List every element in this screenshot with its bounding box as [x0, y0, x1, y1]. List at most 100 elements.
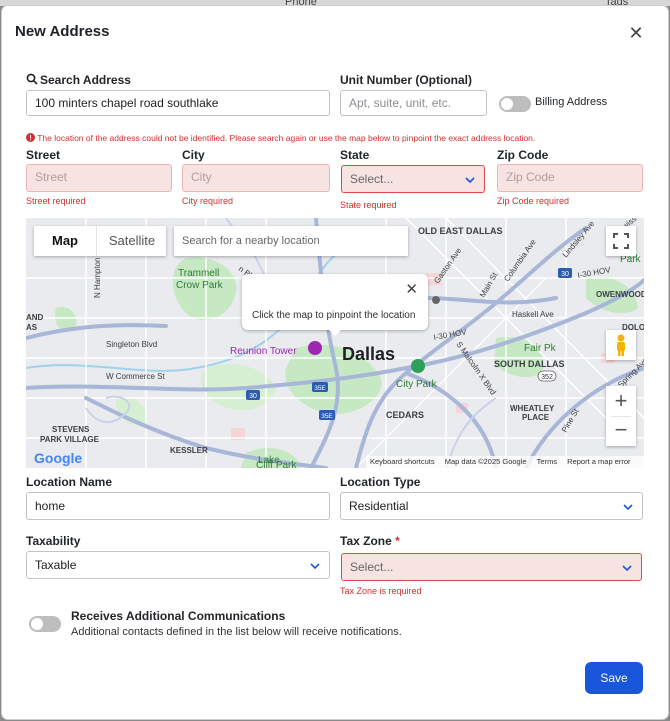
pegman-icon [617, 334, 625, 356]
map-label-haskell: Haskell Ave [512, 310, 554, 319]
unit-number-label: Unit Number (Optional) [340, 73, 472, 87]
search-address-label: Search Address [26, 73, 131, 87]
shield-i30-b: 30 [249, 393, 257, 400]
taxability-label: Taxability [26, 534, 81, 548]
address-error-text: The location of the address could not be… [37, 133, 536, 143]
state-select[interactable]: Select... [341, 165, 485, 193]
map-search-placeholder: Search for a nearby location [182, 235, 320, 247]
terms-link[interactable]: Terms [537, 457, 557, 466]
zoom-in-button[interactable]: + [606, 386, 636, 416]
reunion-tower-pin-icon[interactable] [308, 341, 322, 355]
map-label-trammell: Trammell [178, 268, 219, 279]
google-logo: Google [34, 450, 83, 466]
state-error: State required [340, 200, 397, 210]
tax-zone-label: Tax Zone * [340, 534, 400, 548]
tax-zone-value: Select... [350, 560, 394, 574]
map-type-control: Map Satellite [34, 226, 166, 256]
map-label-singleton: Singleton Blvd [106, 340, 157, 349]
search-address-label-text: Search Address [40, 73, 131, 87]
street-error: Street required [26, 196, 86, 206]
tax-zone-label-text: Tax Zone [340, 534, 392, 548]
toggle-knob [501, 98, 513, 110]
chevron-down-icon [465, 177, 475, 184]
required-mark: * [395, 534, 400, 548]
chevron-down-icon [310, 563, 320, 570]
city-label: City [182, 148, 205, 162]
map-label-stevens: STEVENS [52, 425, 90, 434]
location-map[interactable]: 30 30 35E 35E 352 OLD EAST DALLAS Tramme… [26, 218, 644, 468]
zip-input[interactable]: Zip Code [497, 164, 643, 192]
shield-352: 352 [541, 374, 553, 381]
map-label-place: PLACE [522, 413, 550, 422]
city-error: City required [182, 196, 234, 206]
map-data-text: Map data ©2025 Google [444, 457, 527, 466]
map-label-crow-park: Crow Park [176, 280, 224, 291]
location-name-label: Location Name [26, 475, 113, 489]
location-type-label: Location Type [340, 475, 421, 489]
map-search-input[interactable]: Search for a nearby location [174, 226, 408, 256]
tab-satellite[interactable]: Satellite [96, 226, 167, 256]
address-error-banner: The location of the address could not be… [26, 133, 656, 143]
map-label-wheatley: WHEATLEY [510, 404, 555, 413]
chevron-down-icon [623, 504, 633, 511]
map-label-kessler: KESSLER [170, 446, 208, 455]
map-label-fair-pk: Fair Pk [524, 343, 557, 354]
map-label-cliff-park: Cliff Park [256, 460, 297, 468]
billing-address-label: Billing Address [535, 96, 608, 108]
map-label-cedars: CEDARS [386, 410, 424, 420]
communications-title: Receives Additional Communications [71, 609, 286, 623]
street-view-button[interactable] [606, 330, 636, 360]
map-label-dallas: Dallas [342, 344, 395, 364]
map-label-south-dallas: SOUTH DALLAS [494, 359, 565, 369]
shield-i35e: 35E [314, 385, 326, 392]
shield-i30-a: 30 [561, 271, 569, 278]
map-footer: Keyboard shortcuts Map data ©2025 Google… [366, 456, 644, 468]
new-address-modal: New Address ✕ Search Address 100 minters… [2, 6, 668, 719]
map-label-w-commerce: W Commerce St [106, 372, 165, 381]
tab-map[interactable]: Map [34, 226, 96, 256]
state-label: State [340, 148, 370, 162]
taxability-select[interactable]: Taxable [26, 551, 330, 579]
fullscreen-button[interactable] [606, 226, 636, 256]
tax-zone-select[interactable]: Select... [341, 553, 642, 581]
tax-zone-error: Tax Zone is required [340, 586, 422, 596]
communications-description: Additional contacts defined in the list … [71, 626, 402, 638]
location-type-value: Residential [349, 499, 409, 513]
map-label-hampton: N Hampton [93, 258, 102, 298]
city-input[interactable]: City [182, 164, 330, 192]
search-address-input[interactable]: 100 minters chapel road southlake [26, 90, 330, 116]
fullscreen-icon [613, 233, 629, 249]
tooltip-close-icon[interactable]: ✕ [405, 280, 418, 298]
unit-number-input[interactable]: Apt, suite, unit, etc. [340, 90, 487, 116]
modal-title: New Address [15, 23, 110, 40]
street-label: Street [26, 148, 61, 162]
search-icon [26, 73, 38, 85]
location-name-input[interactable]: home [26, 492, 330, 520]
map-label-reunion-tower: Reunion Tower [230, 346, 297, 357]
tooltip-arrow [328, 329, 342, 336]
report-map-error-link[interactable]: Report a map error [567, 457, 630, 466]
toggle-knob [31, 618, 43, 630]
city-park-pin-icon[interactable] [411, 359, 425, 373]
tooltip-text: Click the map to pinpoint the location [252, 310, 416, 321]
poi-pin-icon[interactable] [432, 296, 440, 304]
state-select-value: Select... [350, 172, 394, 186]
zoom-control: + − [606, 386, 636, 446]
map-label-as: AS [26, 323, 38, 332]
zoom-out-button[interactable]: − [606, 416, 636, 446]
billing-address-toggle[interactable] [499, 96, 531, 112]
map-label-owenwood: OWENWOOD [596, 290, 644, 299]
keyboard-shortcuts-link[interactable]: Keyboard shortcuts [370, 457, 435, 466]
street-input[interactable]: Street [26, 164, 172, 192]
error-icon [26, 133, 35, 142]
communications-toggle[interactable] [29, 616, 61, 632]
close-icon[interactable]: ✕ [626, 23, 646, 43]
map-label-city-park: City Park [396, 379, 438, 390]
map-label-old-east-dallas: OLD EAST DALLAS [418, 226, 503, 236]
shield-i35e-b: 35E [321, 413, 333, 420]
location-type-select[interactable]: Residential [340, 492, 643, 520]
save-button[interactable]: Save [585, 662, 643, 694]
map-label-park-village: PARK VILLAGE [40, 435, 100, 444]
map-tooltip: ✕ Click the map to pinpoint the location [242, 274, 428, 330]
zip-error: Zip Code required [497, 196, 570, 206]
